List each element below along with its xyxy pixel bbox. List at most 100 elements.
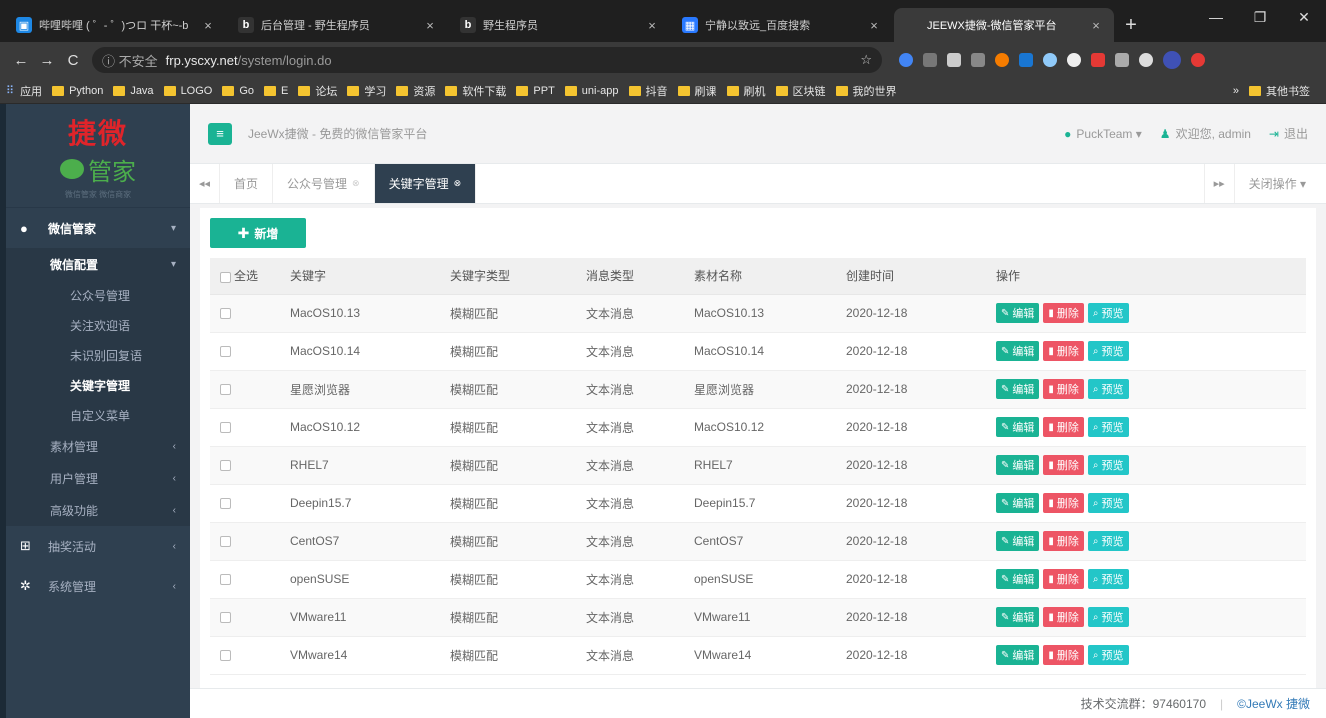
close-tab-icon[interactable]: ⊗: [352, 178, 360, 189]
browser-tab[interactable]: JEEWX捷微-微信管家平台 ×: [894, 8, 1114, 42]
extension-icon[interactable]: [1091, 53, 1105, 67]
reload-icon[interactable]: C: [60, 52, 86, 69]
edit-button[interactable]: ✎ 编辑: [996, 531, 1040, 551]
edit-button[interactable]: ✎ 编辑: [996, 455, 1040, 475]
edit-button[interactable]: ✎ 编辑: [996, 341, 1040, 361]
extension-icon[interactable]: [947, 53, 961, 67]
extension-icon[interactable]: [1043, 53, 1057, 67]
sidebar-group[interactable]: 用户管理 ‹: [6, 462, 190, 494]
edit-button[interactable]: ✎ 编辑: [996, 303, 1040, 323]
browser-tab[interactable]: ▦ 宁静以致远_百度搜索 ×: [672, 8, 892, 42]
apps-icon[interactable]: ⠿: [6, 84, 14, 97]
sidebar-group[interactable]: 素材管理 ‹: [6, 430, 190, 462]
browser-tab[interactable]: b 野生程序员 ×: [450, 8, 670, 42]
sidebar-group[interactable]: 高级功能 ‹: [6, 494, 190, 526]
close-tab-icon[interactable]: ×: [1088, 18, 1104, 33]
footer-brand-link[interactable]: ©JeeWx 捷微: [1237, 695, 1310, 712]
scroll-tabs-left-button[interactable]: ◂◂: [190, 164, 220, 203]
close-tab-icon[interactable]: ×: [422, 18, 438, 33]
back-icon[interactable]: ←: [8, 52, 34, 69]
new-tab-button[interactable]: +: [1116, 8, 1146, 42]
bookmark-folder[interactable]: 学习: [347, 83, 386, 99]
preview-button[interactable]: ⌕ 预览: [1087, 569, 1129, 589]
select-all-checkbox[interactable]: [220, 271, 231, 283]
tab-home[interactable]: 首页: [220, 164, 274, 203]
bookmark-folder[interactable]: 软件下载: [445, 83, 506, 99]
close-operations-dropdown[interactable]: 关闭操作 ▾: [1233, 164, 1326, 203]
close-tab-icon[interactable]: ×: [200, 18, 216, 33]
preview-button[interactable]: ⌕ 预览: [1087, 379, 1129, 399]
bookmark-folder[interactable]: Go: [222, 85, 254, 97]
delete-button[interactable]: ▮ 删除: [1043, 569, 1084, 589]
restore-icon[interactable]: ❐: [1238, 0, 1282, 34]
sidebar-item[interactable]: 自定义菜单: [6, 400, 190, 430]
add-button[interactable]: ✚ 新增: [210, 218, 306, 248]
edit-button[interactable]: ✎ 编辑: [996, 379, 1040, 399]
bookmark-folder[interactable]: 论坛: [298, 83, 337, 99]
delete-button[interactable]: ▮ 删除: [1043, 531, 1084, 551]
extension-icon[interactable]: [1019, 53, 1033, 67]
insecure-badge[interactable]: ⓘ 不安全: [102, 51, 158, 70]
menu-wechat-config[interactable]: 微信配置 ▾: [6, 248, 190, 280]
delete-button[interactable]: ▮ 删除: [1043, 341, 1084, 361]
preview-button[interactable]: ⌕ 预览: [1087, 417, 1129, 437]
extension-icon[interactable]: [971, 53, 985, 67]
profile-avatar-icon[interactable]: [1163, 51, 1181, 69]
extension-icon[interactable]: [899, 53, 913, 67]
menu-system[interactable]: ✲ 系统管理 ‹: [6, 566, 190, 606]
bookmark-folder[interactable]: 区块链: [775, 83, 826, 99]
delete-button[interactable]: ▮ 删除: [1043, 455, 1084, 475]
preview-button[interactable]: ⌕ 预览: [1087, 341, 1129, 361]
preview-button[interactable]: ⌕ 预览: [1087, 531, 1129, 551]
preview-button[interactable]: ⌕ 预览: [1087, 493, 1129, 513]
menu-lottery[interactable]: ⊞ 抽奖活动 ‹: [6, 526, 190, 566]
forward-icon[interactable]: →: [34, 52, 60, 69]
team-dropdown[interactable]: ● PuckTeam ▾: [1064, 127, 1142, 141]
welcome-user[interactable]: ♟ 欢迎您, admin: [1160, 125, 1251, 142]
close-tab-icon[interactable]: ×: [866, 18, 882, 33]
bookmark-folder[interactable]: Java: [113, 85, 154, 97]
browser-tab[interactable]: b 后台管理 - 野生程序员 ×: [228, 8, 448, 42]
row-checkbox[interactable]: [220, 460, 231, 472]
delete-button[interactable]: ▮ 删除: [1043, 607, 1084, 627]
sidebar-item[interactable]: 未识别回复语: [6, 340, 190, 370]
edit-button[interactable]: ✎ 编辑: [996, 645, 1040, 665]
row-checkbox[interactable]: [220, 422, 231, 434]
bookmark-star-icon[interactable]: ☆: [860, 52, 872, 68]
delete-button[interactable]: ▮ 删除: [1043, 417, 1084, 437]
bookmark-folder[interactable]: uni-app: [564, 85, 619, 97]
row-checkbox[interactable]: [220, 346, 231, 358]
bookmark-folder[interactable]: 我的世界: [835, 83, 897, 99]
preview-button[interactable]: ⌕ 预览: [1087, 607, 1129, 627]
row-checkbox[interactable]: [220, 574, 231, 586]
close-tab-icon[interactable]: ×: [644, 18, 660, 33]
delete-button[interactable]: ▮ 删除: [1043, 379, 1084, 399]
edit-button[interactable]: ✎ 编辑: [996, 569, 1040, 589]
sidebar-item[interactable]: 关键字管理: [6, 370, 190, 400]
bookmark-folder[interactable]: 应用: [20, 83, 42, 99]
other-bookmarks[interactable]: 其他书签: [1249, 83, 1310, 99]
menu-wechat-manager[interactable]: ● 微信管家 ▾: [6, 208, 190, 248]
logout-link[interactable]: ⇥ 退出: [1269, 125, 1308, 142]
tab-account-manage[interactable]: 公众号管理 ⊗: [273, 164, 375, 203]
edit-button[interactable]: ✎ 编辑: [996, 493, 1040, 513]
extension-icon[interactable]: [1067, 53, 1081, 67]
bookmark-folder[interactable]: 资源: [396, 83, 435, 99]
bookmark-folder[interactable]: PPT: [516, 85, 555, 97]
bookmark-folder[interactable]: 刷机: [726, 83, 766, 99]
preview-button[interactable]: ⌕ 预览: [1087, 455, 1129, 475]
bookmarks-more-button[interactable]: »: [1233, 85, 1239, 97]
preview-button[interactable]: ⌕ 预览: [1087, 645, 1129, 665]
bookmark-folder[interactable]: LOGO: [163, 85, 212, 97]
sidebar-item[interactable]: 关注欢迎语: [6, 310, 190, 340]
edit-button[interactable]: ✎ 编辑: [996, 417, 1040, 437]
bookmark-folder[interactable]: Python: [52, 85, 103, 97]
toggle-sidebar-button[interactable]: ≡: [208, 122, 232, 145]
row-checkbox[interactable]: [220, 498, 231, 510]
sidebar-item[interactable]: 公众号管理: [6, 280, 190, 310]
url-input[interactable]: ⓘ 不安全 frp.yscxy.net/system/login.do ☆: [92, 47, 882, 73]
edit-button[interactable]: ✎ 编辑: [996, 607, 1040, 627]
browser-tab[interactable]: ▣ 哔哩哔哩 ( ゜- ゜)つロ 干杯~-b ×: [6, 8, 226, 42]
extension-icon[interactable]: [1115, 53, 1129, 67]
row-checkbox[interactable]: [220, 308, 231, 320]
